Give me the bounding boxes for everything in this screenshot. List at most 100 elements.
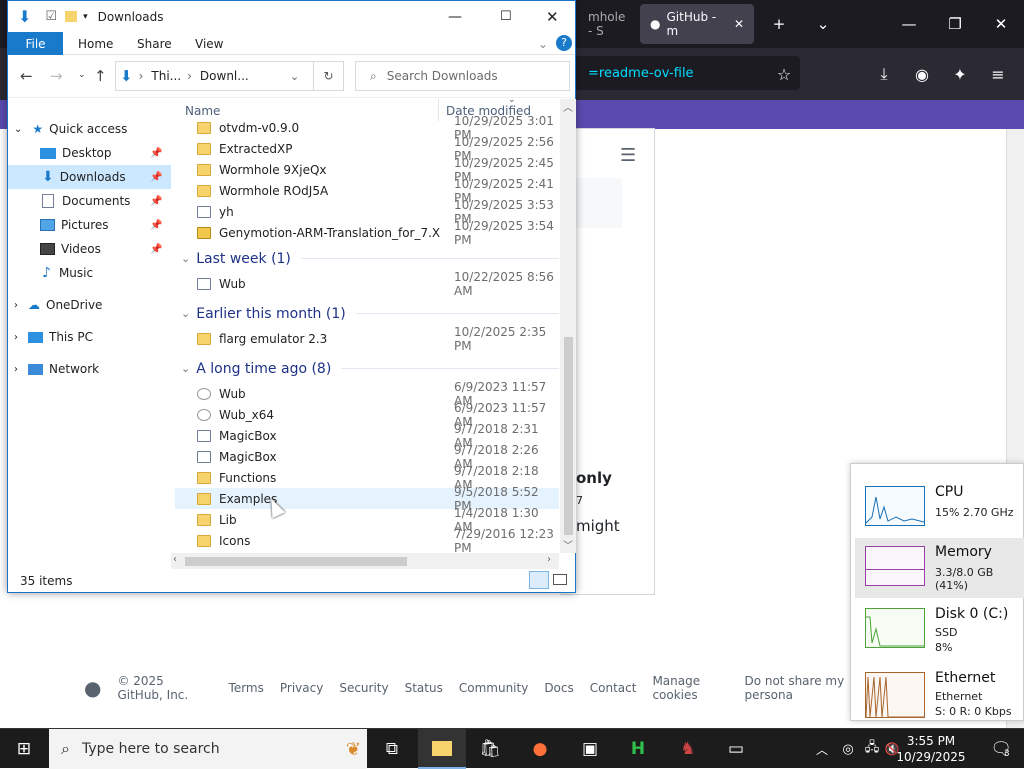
nav-this-pc[interactable]: › This PC (8, 325, 171, 349)
perf-memory[interactable]: Memory 3.3/8.0 GB (41%) (855, 538, 1024, 598)
recent-locations-icon[interactable]: ⌄ (78, 70, 86, 80)
file-row[interactable]: Icons 7/29/2016 12:23 PM (175, 527, 559, 555)
file-tab[interactable]: File (8, 32, 63, 55)
collapsed-chevron-icon[interactable]: › (14, 300, 18, 311)
file-row[interactable]: Genymotion-ARM-Translation_for_7.X 10/29/… (175, 219, 559, 247)
large-icons-view-icon[interactable] (553, 574, 567, 585)
expand-ribbon-icon[interactable]: ⌄ (538, 32, 548, 55)
details-view-icon[interactable] (529, 571, 549, 589)
view-tab[interactable]: View (195, 32, 223, 55)
scroll-left-icon[interactable]: ‹ (173, 554, 177, 565)
app-game-icon[interactable]: ♞ (664, 729, 712, 769)
nav-videos[interactable]: Videos 📌 (8, 237, 171, 261)
close-icon[interactable]: ✕ (978, 0, 1024, 48)
forward-icon[interactable]: → (50, 67, 63, 85)
nav-onedrive[interactable]: › ☁ OneDrive (8, 293, 171, 317)
store-icon[interactable]: 🛍 (466, 729, 514, 769)
hex-editor-icon[interactable]: H (614, 729, 662, 769)
app-icon[interactable]: ▣ (566, 729, 614, 769)
tab-github[interactable]: ● GitHub - m ✕ (640, 4, 754, 44)
breadcrumb-segment[interactable]: Thi... (151, 69, 181, 83)
nav-downloads[interactable]: ⬇ Downloads 📌 (8, 165, 171, 189)
github-logo-icon[interactable]: ● (84, 676, 101, 700)
network-tray-icon[interactable]: 🖧 (860, 729, 884, 769)
footer-link-terms[interactable]: Terms (229, 681, 264, 695)
search-box[interactable]: ⌕ Search Downloads (355, 61, 570, 91)
start-windows-icon[interactable]: ⊞ (0, 729, 48, 769)
minimize-icon[interactable]: — (448, 9, 462, 25)
terminal-icon[interactable]: ▭ (712, 729, 760, 769)
extensions-icon[interactable]: ✦ (946, 60, 974, 88)
group-collapse-icon[interactable]: ⌄ (181, 362, 190, 375)
breadcrumb-segment[interactable]: Downl... (200, 69, 249, 83)
footer-link-security[interactable]: Security (339, 681, 388, 695)
pin-icon[interactable]: 📌 (150, 196, 162, 207)
collapsed-chevron-icon[interactable]: › (14, 364, 18, 375)
refresh-icon[interactable]: ↻ (314, 61, 344, 91)
properties-icon[interactable]: ☑ (45, 9, 57, 24)
vertical-scroll-thumb[interactable] (564, 337, 573, 535)
pin-icon[interactable]: 📌 (150, 220, 162, 231)
pin-icon[interactable]: 📌 (150, 172, 162, 183)
webcam-icon[interactable]: ◎ (836, 729, 860, 769)
group-header[interactable]: ⌄ Earlier this month (1) (175, 300, 559, 327)
address-dropdown-icon[interactable]: ⌄ (290, 70, 299, 83)
footer-link-do-not-share[interactable]: Do not share my persona (744, 674, 864, 702)
group-collapse-icon[interactable]: ⌄ (181, 252, 190, 265)
group-header[interactable]: ⌄ Last week (1) (175, 245, 559, 272)
scroll-down-icon[interactable]: ﹀ (562, 537, 574, 552)
new-folder-icon[interactable] (65, 11, 78, 22)
share-tab[interactable]: Share (137, 32, 172, 55)
maximize-icon[interactable]: ☐ (500, 9, 512, 24)
account-icon[interactable]: ◉ (908, 60, 936, 88)
minimize-icon[interactable]: — (886, 0, 932, 48)
vertical-scrollbar[interactable]: ︿ ﹀ (560, 99, 576, 553)
taskbar-search[interactable]: ⌕ Type here to search ❦ (49, 729, 367, 769)
bookmark-star-icon[interactable]: ☆ (770, 60, 798, 88)
show-hidden-icons-icon[interactable]: ︿ (808, 729, 836, 769)
file-row[interactable]: flarg emulator 2.3 10/2/2025 2:35 PM (175, 325, 559, 353)
url-bar[interactable]: =readme-ov-file (570, 56, 800, 90)
nav-network[interactable]: › Network (8, 357, 171, 381)
back-icon[interactable]: ← (20, 67, 33, 85)
nav-documents[interactable]: Documents 📌 (8, 189, 171, 213)
footer-link-cookies[interactable]: Manage cookies (652, 674, 728, 702)
expanded-chevron-icon[interactable]: ⌄ (14, 124, 22, 135)
nav-pictures[interactable]: Pictures 📌 (8, 213, 171, 237)
footer-link-privacy[interactable]: Privacy (280, 681, 323, 695)
home-tab[interactable]: Home (78, 32, 113, 55)
horizontal-scroll-thumb[interactable] (185, 557, 407, 566)
notifications-icon[interactable]: 🗨 3 (980, 729, 1020, 769)
address-bar[interactable]: ⬇ › Thi... › Downl... ⌄ (115, 61, 314, 91)
outline-icon[interactable]: ☰ (620, 145, 636, 166)
perf-disk[interactable]: Disk 0 (C:) SSD 8% (855, 600, 1024, 660)
group-collapse-icon[interactable]: ⌄ (181, 307, 190, 320)
clock[interactable]: 3:55 PM 10/29/2025 (885, 733, 977, 767)
help-icon[interactable]: ? (556, 35, 572, 51)
customize-qat-icon[interactable]: ▾ (83, 12, 88, 22)
tab-inactive[interactable]: mhole - S (578, 4, 640, 44)
footer-link-status[interactable]: Status (405, 681, 443, 695)
nav-quick-access[interactable]: ⌄ ★ Quick access (8, 117, 171, 141)
horizontal-scrollbar[interactable]: ‹ › (171, 553, 559, 569)
nav-music[interactable]: ♪ Music (8, 261, 171, 285)
download-icon[interactable]: ⤓ (870, 60, 898, 88)
column-name-header[interactable]: Name (185, 104, 220, 118)
firefox-icon[interactable]: ● (516, 729, 564, 769)
pin-icon[interactable]: 📌 (150, 244, 162, 255)
pin-icon[interactable]: 📌 (150, 148, 162, 159)
file-row[interactable]: Wub 10/22/2025 8:56 AM (175, 270, 559, 298)
close-icon[interactable]: ✕ (546, 8, 559, 26)
footer-link-contact[interactable]: Contact (590, 681, 637, 695)
collapsed-chevron-icon[interactable]: › (14, 332, 18, 343)
footer-link-community[interactable]: Community (459, 681, 528, 695)
perf-cpu[interactable]: CPU 15% 2.70 GHz (855, 478, 1024, 538)
up-icon[interactable]: ↑ (94, 67, 107, 85)
group-header[interactable]: ⌄ A long time ago (8) (175, 355, 559, 382)
menu-icon[interactable]: ≡ (984, 60, 1012, 88)
task-view-icon[interactable]: ⧉ (368, 729, 416, 769)
close-tab-icon[interactable]: ✕ (734, 17, 744, 31)
tab-list-icon[interactable]: ⌄ (800, 0, 846, 48)
scroll-right-icon[interactable]: › (547, 554, 551, 565)
file-explorer-taskbar-icon[interactable] (418, 729, 466, 769)
